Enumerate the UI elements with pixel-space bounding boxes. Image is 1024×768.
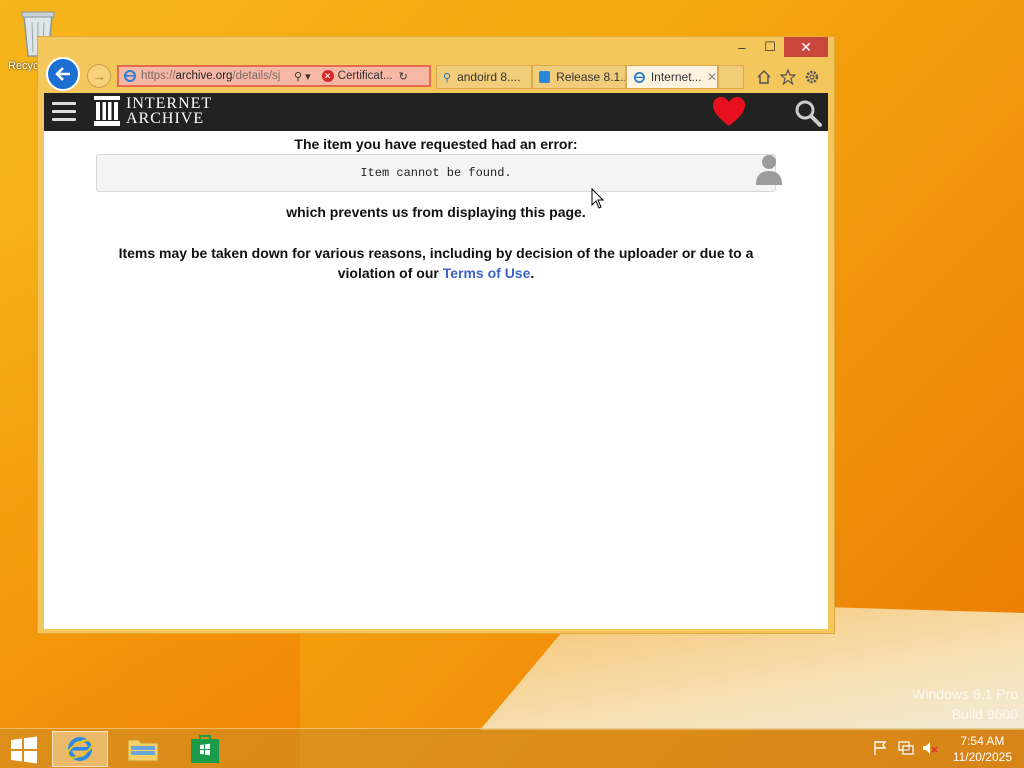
tab-label: Release 8.1... — [556, 70, 625, 84]
minimize-button[interactable]: – — [728, 37, 756, 57]
diamond-icon — [539, 71, 551, 83]
maximize-button[interactable]: ☐ — [756, 37, 784, 57]
hamburger-menu-icon[interactable] — [52, 102, 76, 122]
certificate-error-icon[interactable]: ✕ — [321, 70, 334, 82]
logo-line-archive: ARCHIVE — [126, 110, 205, 127]
donate-heart-icon[interactable] — [712, 96, 746, 128]
gear-icon — [805, 70, 819, 84]
url-host: archive.org — [175, 70, 233, 82]
home-button[interactable] — [754, 67, 774, 87]
folder-icon — [127, 739, 159, 762]
refresh-icon[interactable]: ↻ — [399, 70, 408, 83]
windows-watermark: Windows 8.1 Pro Build 9600 — [912, 684, 1018, 724]
ie-icon — [66, 737, 94, 761]
home-icon — [757, 69, 771, 84]
site-header: INTERNET ARCHIVE — [44, 93, 828, 131]
error-message-box: Item cannot be found. — [96, 154, 776, 192]
error-explanation: which prevents us from displaying this p… — [286, 204, 586, 220]
tab-release[interactable]: Release 8.1... — [532, 65, 626, 89]
search-icon: ⚲ — [443, 71, 452, 84]
tab-internet-archive[interactable]: Internet... ✕ — [626, 65, 718, 89]
search-dropdown-icon[interactable]: ⚲ ▾ — [294, 70, 311, 83]
star-icon — [780, 69, 796, 85]
clock-time: 7:54 AM — [960, 734, 1005, 748]
certificate-error-label[interactable]: Certificat... — [338, 70, 396, 82]
tab-label: andoird 8.... — [457, 70, 521, 84]
network-icon[interactable] — [897, 739, 915, 757]
favorites-button[interactable] — [778, 67, 798, 87]
settings-button[interactable] — [802, 67, 822, 87]
address-bar[interactable]: https://archive.org/details/sj ⚲ ▾ ✕ Cer… — [117, 65, 431, 87]
arrow-right-icon: → — [92, 68, 106, 84]
ie-icon — [633, 71, 645, 83]
terms-of-use-link[interactable]: Terms of Use — [443, 265, 531, 281]
takedown-period: . — [530, 265, 535, 281]
clock-date: 11/20/2025 — [952, 750, 1012, 764]
error-message: Item cannot be found. — [360, 166, 512, 180]
url-path: /details/sj — [232, 70, 281, 82]
windows-start-icon[interactable] — [10, 736, 38, 764]
taskbar: 7:54 AM 11/20/2025 — [0, 728, 1024, 768]
archive-building-icon — [94, 96, 120, 126]
browser-window: – ☐ ✕ → https://archive.org/details/sj ⚲… — [37, 36, 835, 634]
arrow-left-icon — [55, 67, 70, 81]
user-account-icon[interactable] — [754, 153, 784, 185]
error-title: The item you have requested had an error… — [294, 136, 578, 152]
close-button[interactable]: ✕ — [784, 37, 828, 57]
system-clock[interactable]: 7:54 AM 11/20/2025 — [953, 733, 1012, 765]
forward-button[interactable]: → — [87, 64, 111, 88]
mouse-cursor-icon — [591, 188, 605, 209]
taskbar-internet-explorer[interactable] — [52, 731, 108, 767]
url-scheme: https:// — [141, 70, 176, 82]
takedown-paragraph: Items may be taken down for various reas… — [104, 243, 768, 283]
volume-muted-icon[interactable] — [921, 739, 939, 757]
action-center-flag-icon[interactable] — [872, 739, 890, 757]
tab-close-icon[interactable]: ✕ — [707, 70, 717, 84]
taskbar-file-explorer[interactable] — [115, 731, 171, 767]
taskbar-store[interactable] — [177, 731, 233, 767]
back-button[interactable] — [46, 57, 80, 91]
window-controls: – ☐ ✕ — [728, 37, 828, 59]
takedown-text: Items may be taken down for various reas… — [118, 245, 754, 281]
url-text[interactable]: https://archive.org/details/sj — [141, 70, 291, 82]
ie-icon — [124, 70, 136, 82]
internet-archive-logo[interactable]: INTERNET ARCHIVE — [94, 95, 213, 127]
tab-label: Internet... — [650, 70, 701, 84]
new-tab-button[interactable] — [718, 65, 744, 89]
tab-andoird[interactable]: ⚲ andoird 8.... — [436, 65, 532, 89]
search-icon[interactable] — [794, 99, 822, 127]
watermark-edition: Windows 8.1 Pro — [912, 686, 1018, 702]
page-content: INTERNET ARCHIVE The item you have reque… — [44, 93, 828, 629]
watermark-build: Build 9600 — [951, 706, 1018, 722]
store-icon — [191, 735, 219, 763]
logo-line-internet: INTERNET — [126, 95, 213, 112]
